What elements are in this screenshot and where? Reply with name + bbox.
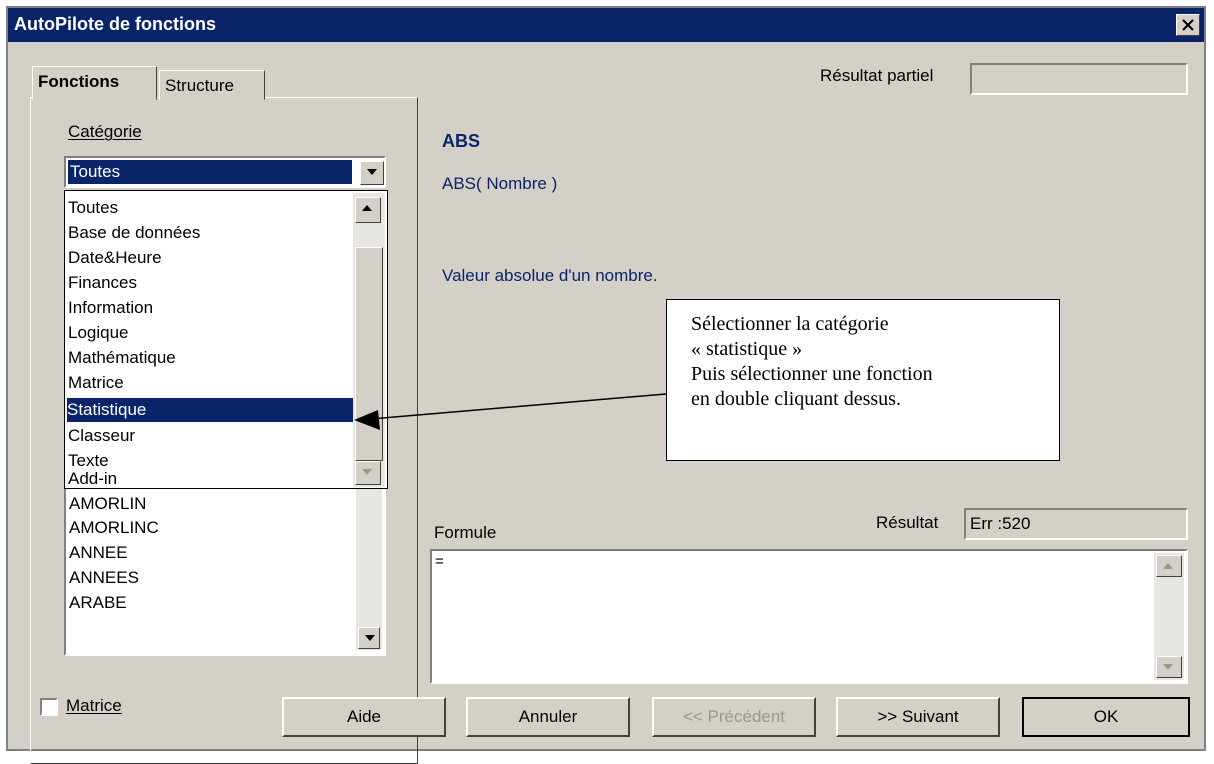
matrix-checkbox[interactable] [40,698,58,716]
result-field: Err :520 [964,508,1188,540]
close-button[interactable] [1176,14,1200,36]
chevron-up-icon [362,205,372,211]
category-select[interactable]: Toutes [64,156,386,188]
cancel-button-label: Annuler [518,707,578,726]
chevron-down-icon [367,169,377,175]
category-dropdown-list: Toutes Base de données Date&Heure Financ… [64,190,388,489]
list-item[interactable]: ANNEES [69,566,139,590]
category-option[interactable]: Finances [68,271,137,295]
title-bar: AutoPilote de fonctions [8,8,1204,42]
previous-button-label: << Précédent [682,707,786,726]
callout-line: Sélectionner la catégorie [691,313,889,335]
category-option[interactable]: Base de données [68,221,200,245]
function-signature: ABS( Nombre ) [442,174,558,193]
close-icon [1182,19,1194,31]
previous-button[interactable]: << Précédent [652,697,816,737]
category-option[interactable]: Date&Heure [68,246,162,270]
next-button[interactable]: >> Suivant [836,697,1000,737]
partial-result-field [970,63,1188,95]
formula-input[interactable]: = [430,549,1188,684]
category-option[interactable]: Mathématique [68,346,176,370]
formula-scroll-down[interactable] [1156,656,1182,678]
tab-structure[interactable]: Structure [159,70,265,100]
category-scroll-up[interactable] [355,197,381,223]
annotation-arrow [354,393,667,430]
category-option[interactable]: Matrice [68,371,124,395]
function-list-scrollbar[interactable] [356,484,382,650]
chevron-down-icon [365,635,375,641]
help-button[interactable]: Aide [282,697,446,737]
window-title: AutoPilote de fonctions [14,14,216,34]
chevron-down-icon [362,469,372,475]
chevron-up-icon [1163,563,1173,569]
tab-fonctions-label: Fonctions [38,72,120,91]
ok-button-label: OK [1093,707,1119,726]
result-label: Résultat [876,513,939,532]
cancel-button[interactable]: Annuler [466,697,630,737]
category-dropdown-button[interactable] [360,161,384,185]
category-option[interactable]: Logique [68,321,129,345]
category-selected-value: Toutes [68,160,352,184]
category-option-highlighted[interactable]: Statistique [67,398,355,422]
formula-label: Formule [434,523,497,542]
partial-result-label: Résultat partiel [820,66,934,85]
callout-line: Puis sélectionner une fonction [691,363,933,385]
result-value: Err :520 [970,514,1031,533]
formula-scroll-up[interactable] [1156,555,1182,577]
category-option[interactable]: Classeur [68,424,135,448]
list-item[interactable]: AMORLINC [69,516,159,540]
function-list[interactable]: AMORLIN AMORLINC ANNEE ANNEES ARABE [64,480,386,656]
tab-fonctions[interactable]: Fonctions [32,66,157,100]
category-label: Catégorie [68,122,142,141]
chevron-down-icon [1163,664,1173,670]
function-name: ABS [442,131,481,151]
list-item[interactable]: ANNEE [69,541,128,565]
tab-structure-label: Structure [165,76,234,95]
category-scroll-down[interactable] [355,461,381,485]
help-button-label: Aide [346,707,382,726]
next-button-label: >> Suivant [877,707,959,726]
list-item[interactable]: ARABE [69,591,127,615]
ok-button[interactable]: OK [1022,697,1190,737]
function-list-scroll-down[interactable] [358,627,380,649]
formula-value: = [435,553,444,570]
category-option[interactable]: Information [68,296,153,320]
category-option[interactable]: Toutes [68,196,118,220]
callout-line: en double cliquant dessus. [691,388,901,410]
function-description: Valeur absolue d'un nombre. [442,266,658,285]
annotation-callout: Sélectionner la catégorie « statistique … [666,299,1060,461]
callout-line: « statistique » [691,338,803,360]
matrix-checkbox-label: Matrice [66,696,122,715]
category-option[interactable]: Add-in [68,470,117,488]
list-item[interactable]: AMORLIN [69,492,146,516]
